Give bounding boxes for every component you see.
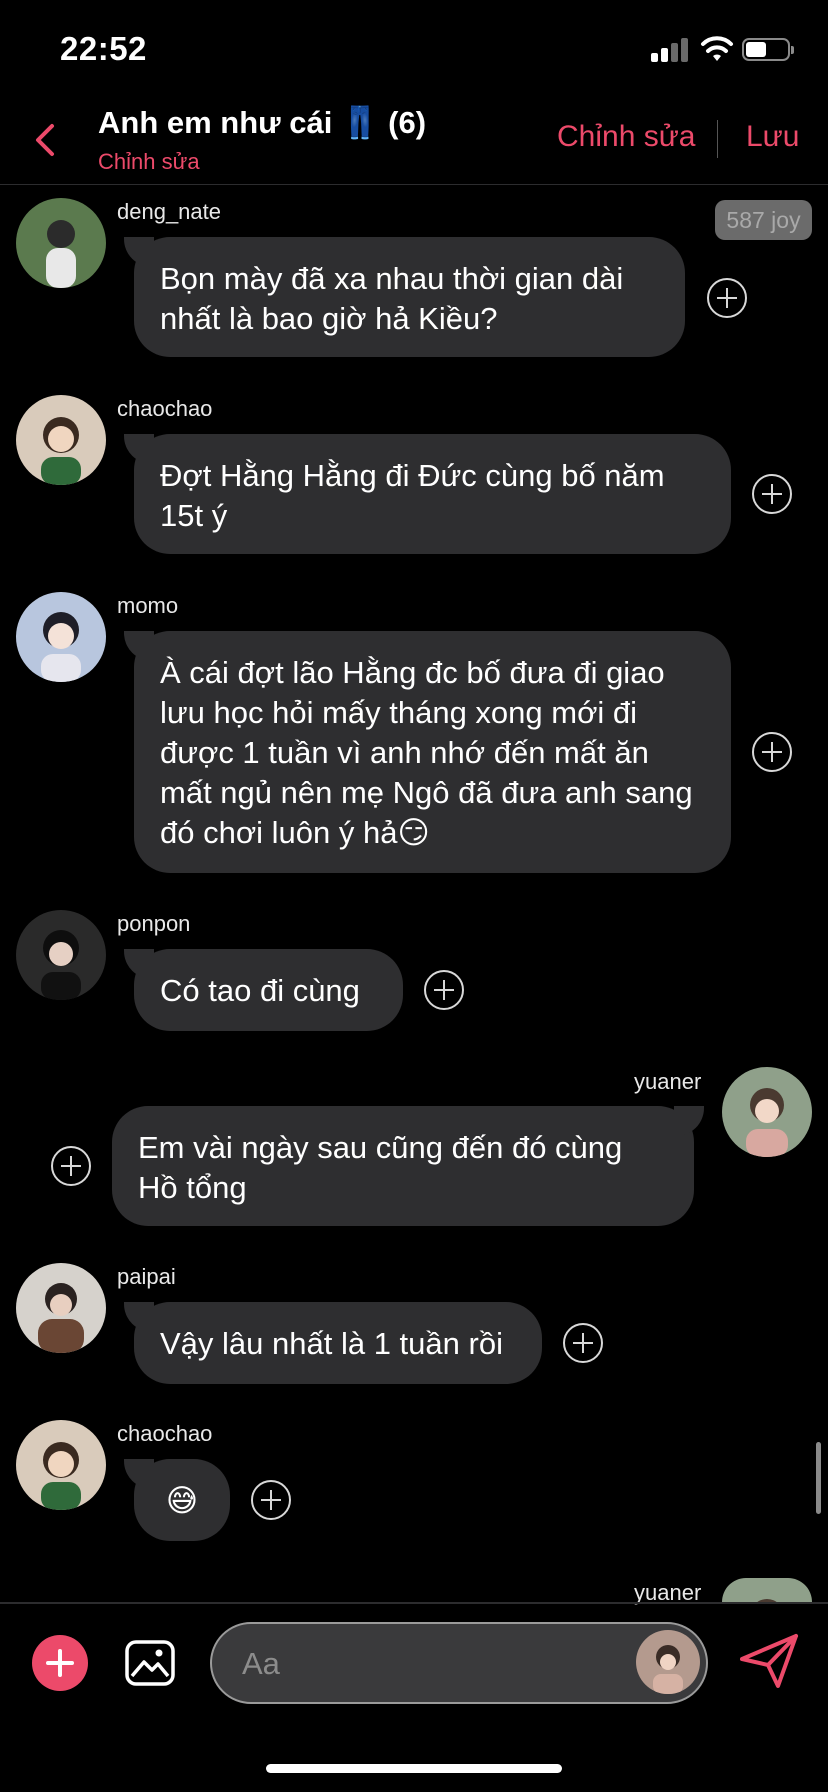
chat-subtitle-edit[interactable]: Chỉnh sửa bbox=[98, 149, 200, 175]
save-button[interactable]: Lưu bbox=[746, 120, 799, 154]
sender-name: chaochao bbox=[117, 1421, 213, 1446]
add-attachment-button[interactable] bbox=[32, 1635, 88, 1691]
message-bubble[interactable]: Em vài ngày sau cũng đến đó cùng Hồ tổng bbox=[112, 1106, 704, 1226]
sender-name: deng_nate bbox=[117, 199, 221, 224]
add-reaction-icon[interactable] bbox=[424, 970, 464, 1010]
message-bubble[interactable]: 😅 bbox=[124, 1459, 230, 1541]
scrollbar[interactable] bbox=[816, 1442, 821, 1514]
avatar[interactable] bbox=[16, 198, 106, 288]
message-bubble[interactable]: Bọn mày đã xa nhau thời gian dài nhất là… bbox=[124, 237, 685, 357]
add-reaction-icon[interactable] bbox=[251, 1480, 291, 1520]
back-chevron-icon[interactable] bbox=[30, 122, 60, 158]
add-reaction-icon[interactable] bbox=[752, 732, 792, 772]
message-bubble[interactable]: Có tao đi cùng bbox=[124, 949, 403, 1031]
sender-name: yuaner bbox=[634, 1069, 702, 1094]
add-reaction-icon[interactable] bbox=[707, 278, 747, 318]
avatar[interactable] bbox=[16, 910, 106, 1000]
avatar[interactable] bbox=[16, 1263, 106, 1353]
avatar[interactable] bbox=[722, 1067, 812, 1157]
message-bubble[interactable]: Vậy lâu nhất là 1 tuần rồi bbox=[124, 1302, 542, 1384]
avatar[interactable] bbox=[16, 1420, 106, 1510]
send-icon[interactable] bbox=[738, 1632, 800, 1690]
wifi-icon bbox=[701, 36, 733, 61]
sender-name: momo bbox=[117, 593, 179, 618]
message-input-wrapper bbox=[210, 1622, 708, 1704]
home-indicator bbox=[266, 1764, 562, 1773]
chat-title: Anh em như cái 👖 (6) bbox=[98, 105, 427, 140]
add-reaction-icon[interactable] bbox=[563, 1323, 603, 1363]
battery-icon bbox=[742, 38, 794, 61]
message-bubble[interactable]: À cái đợt lão Hằng đc bố đưa đi giao lưu… bbox=[124, 631, 731, 873]
avatar[interactable] bbox=[16, 395, 106, 485]
sender-name: paipai bbox=[117, 1264, 176, 1289]
add-reaction-icon[interactable] bbox=[752, 474, 792, 514]
sender-name: chaochao bbox=[117, 396, 213, 421]
status-time: 22:52 bbox=[60, 30, 147, 67]
add-reaction-icon[interactable] bbox=[51, 1146, 91, 1186]
chat-header: Anh em như cái 👖 (6) Chỉnh sửa Chỉnh sửa… bbox=[0, 96, 828, 185]
avatar[interactable] bbox=[636, 1630, 700, 1694]
message-bubble[interactable]: Đợt Hằng Hằng đi Đức cùng bố năm 15t ý bbox=[124, 434, 731, 554]
message-input[interactable] bbox=[240, 1638, 604, 1690]
composer-divider bbox=[0, 1602, 828, 1604]
avatar[interactable] bbox=[722, 1578, 812, 1602]
sender-name: ponpon bbox=[117, 911, 191, 936]
edit-button[interactable]: Chỉnh sửa bbox=[557, 120, 696, 154]
status-bar: 22:52 bbox=[0, 0, 828, 96]
avatar[interactable] bbox=[16, 592, 106, 682]
signal-icon bbox=[651, 38, 691, 62]
image-gallery-icon[interactable] bbox=[124, 1637, 176, 1689]
joy-count-badge: 587 joy bbox=[715, 200, 812, 240]
header-divider bbox=[717, 120, 718, 158]
